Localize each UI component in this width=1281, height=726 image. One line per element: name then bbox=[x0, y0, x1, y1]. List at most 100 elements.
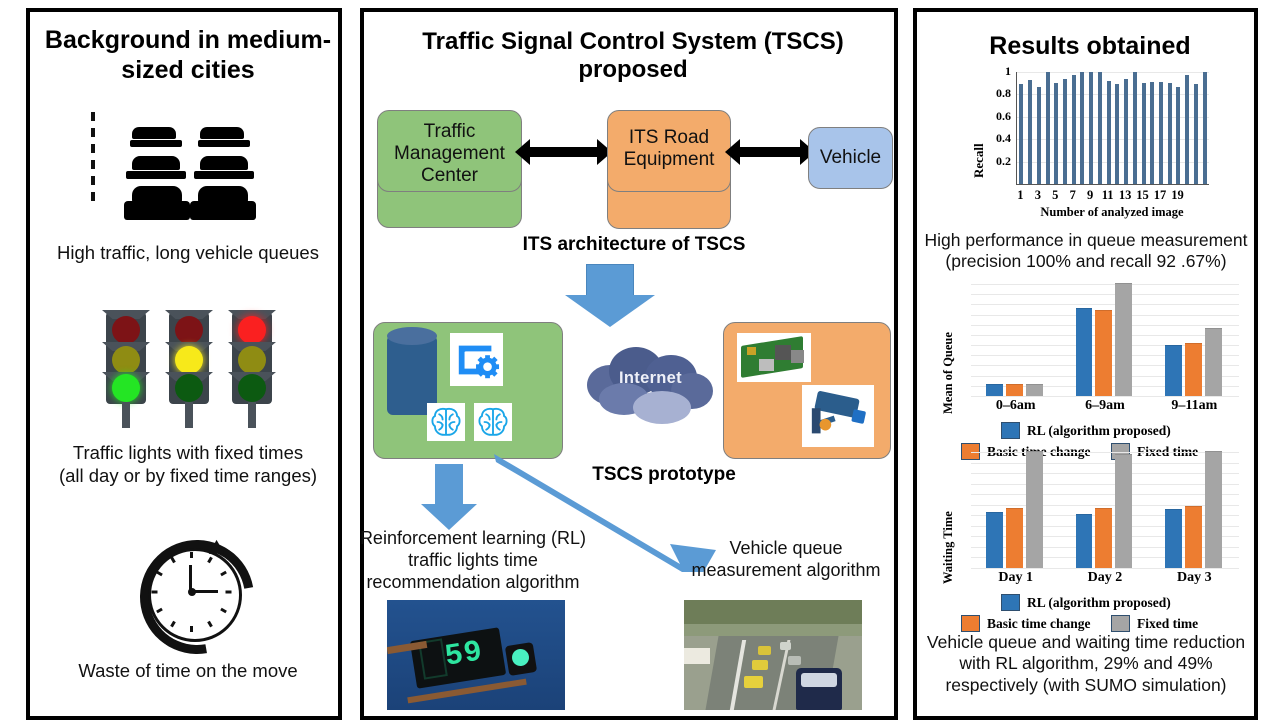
left-panel-title: Background in medium-sized cities bbox=[44, 26, 332, 84]
left-caption-2: Traffic lights with fixed times (all day… bbox=[58, 442, 318, 486]
right-caption-2: Vehicle queue and waiting time reduction… bbox=[926, 632, 1246, 695]
chart-waiting-plot bbox=[971, 451, 1239, 569]
chart-recall: Recall 0.2 0.4 0.6 0.8 1 1 3 5 7 9 11 13 15 17 19 Num… bbox=[969, 64, 1219, 220]
legend-item: RL (algorithm proposed) bbox=[1001, 594, 1171, 611]
chart-queue-plot bbox=[971, 283, 1239, 397]
clock-icon bbox=[117, 517, 277, 677]
bar bbox=[1089, 72, 1094, 184]
countdown-traffic-light-photo: 59 bbox=[387, 600, 565, 710]
node-vehicle[interactable]: Vehicle bbox=[808, 127, 893, 189]
node-label-its: ITS Road Equipment bbox=[623, 127, 715, 171]
prototype-server-box[interactable] bbox=[373, 322, 563, 459]
down-arrow-big-icon bbox=[564, 264, 656, 327]
bar bbox=[1028, 79, 1033, 184]
brain-icon bbox=[427, 403, 465, 441]
y-tick-label: 0.6 bbox=[996, 108, 1011, 123]
panel-proposed-system: Traffic Signal Control System (TSCS) pro… bbox=[360, 8, 898, 720]
chart-mean-of-queue: Mean of Queue 0–6am 6–9am 9–11am RL (algor… bbox=[935, 283, 1247, 460]
left-caption-1: High traffic, long vehicle queues bbox=[57, 242, 319, 263]
legend-swatch bbox=[961, 615, 980, 632]
y-tick-label: 0.2 bbox=[996, 153, 1011, 168]
y-tick-label: 0.4 bbox=[996, 131, 1011, 146]
category-label: 0–6am bbox=[995, 398, 1036, 413]
gridline bbox=[971, 284, 1239, 285]
category-label: Day 2 bbox=[1087, 570, 1123, 585]
legend-swatch bbox=[1001, 422, 1020, 439]
legend-swatch bbox=[1111, 615, 1130, 632]
bar bbox=[1158, 82, 1163, 184]
bar bbox=[1176, 86, 1181, 184]
legend-label: RL (algorithm proposed) bbox=[1027, 594, 1171, 610]
bar bbox=[1019, 84, 1024, 184]
legend-label: Basic time change bbox=[987, 615, 1091, 631]
bar bbox=[1045, 72, 1050, 184]
arrow-tmc-to-its bbox=[515, 139, 612, 165]
bar bbox=[1141, 83, 1146, 184]
bar bbox=[1026, 383, 1044, 396]
legend-swatch bbox=[1001, 594, 1020, 611]
lane-divider-icon bbox=[91, 112, 95, 216]
bar bbox=[1184, 343, 1202, 396]
gridline bbox=[971, 568, 1239, 569]
left-caption-3: Waste of time on the move bbox=[78, 660, 298, 681]
bar bbox=[1036, 86, 1041, 184]
gridline bbox=[971, 452, 1239, 453]
bar bbox=[1204, 327, 1222, 396]
chart-queue-ylabel: Mean of Queue bbox=[941, 332, 955, 414]
legend-label: RL (algorithm proposed) bbox=[1027, 422, 1171, 438]
node-its-road-equipment[interactable]: ITS Road Equipment bbox=[607, 110, 731, 192]
traffic-lights-icon bbox=[102, 310, 278, 430]
bar bbox=[1204, 451, 1222, 568]
gridline bbox=[971, 294, 1239, 296]
bar bbox=[1095, 507, 1113, 568]
node-label-tmc: Traffic Management Center bbox=[394, 121, 505, 187]
legend-item: Basic time change bbox=[961, 615, 1091, 632]
car-queue-icon bbox=[124, 120, 256, 220]
bar bbox=[1167, 83, 1172, 184]
road-traffic-queue-photo bbox=[684, 600, 862, 710]
panel-results: Results obtained Recall 0.2 0.4 0.6 0.8 1 13… bbox=[913, 8, 1258, 720]
chart-waiting-time: Waiting Time Day 1 Day 2 Day 3 RL (algorit… bbox=[935, 451, 1247, 632]
bar bbox=[1075, 513, 1093, 568]
bar bbox=[1202, 72, 1207, 184]
category-label: 9–11am bbox=[1171, 398, 1218, 413]
infographic-canvas: Background in medium-sized cities High t… bbox=[0, 0, 1281, 726]
its-architecture-caption: ITS architecture of TSCS bbox=[522, 234, 746, 255]
legend-item: RL (algorithm proposed) bbox=[1001, 422, 1171, 439]
chart-waiting-ylabel: Waiting Time bbox=[941, 511, 955, 584]
gridline bbox=[971, 494, 1239, 496]
bar bbox=[986, 512, 1004, 568]
internet-cloud-label: Internet bbox=[619, 369, 682, 387]
panel-background: Background in medium-sized cities High t… bbox=[26, 8, 342, 720]
bar bbox=[1097, 72, 1102, 184]
bar bbox=[1150, 82, 1155, 184]
node-traffic-management-center[interactable]: Traffic Management Center bbox=[377, 110, 522, 192]
bar bbox=[1075, 308, 1093, 396]
bar bbox=[1071, 75, 1076, 184]
bar bbox=[1164, 344, 1182, 396]
output-label-queue: Vehicle queue measurement algorithm bbox=[691, 538, 881, 580]
chart-recall-plot bbox=[1016, 72, 1209, 185]
down-arrow-small-icon bbox=[421, 464, 477, 530]
mid-panel-title: Traffic Signal Control System (TSCS) pro… bbox=[422, 28, 844, 84]
legend-label: Fixed time bbox=[1137, 615, 1199, 631]
prototype-field-box[interactable] bbox=[723, 322, 891, 459]
bar bbox=[1184, 505, 1202, 568]
bar bbox=[1080, 72, 1085, 184]
gridline bbox=[971, 473, 1239, 475]
bar bbox=[1115, 283, 1133, 396]
right-panel-title: Results obtained bbox=[989, 32, 1191, 60]
category-label: Day 3 bbox=[1177, 570, 1212, 585]
cctv-camera-icon bbox=[802, 385, 874, 447]
bar bbox=[1062, 78, 1067, 184]
internet-cloud-icon: Internet bbox=[583, 339, 718, 429]
bar bbox=[1185, 75, 1190, 184]
right-caption-1: High performance in queue measurement (p… bbox=[924, 230, 1248, 272]
category-label: 6–9am bbox=[1085, 398, 1125, 413]
bar bbox=[1054, 83, 1059, 184]
raspberry-pi-photo bbox=[737, 333, 811, 382]
gridline bbox=[971, 304, 1239, 306]
bar bbox=[1132, 72, 1137, 184]
bar bbox=[1115, 84, 1120, 184]
bar bbox=[1095, 309, 1113, 396]
